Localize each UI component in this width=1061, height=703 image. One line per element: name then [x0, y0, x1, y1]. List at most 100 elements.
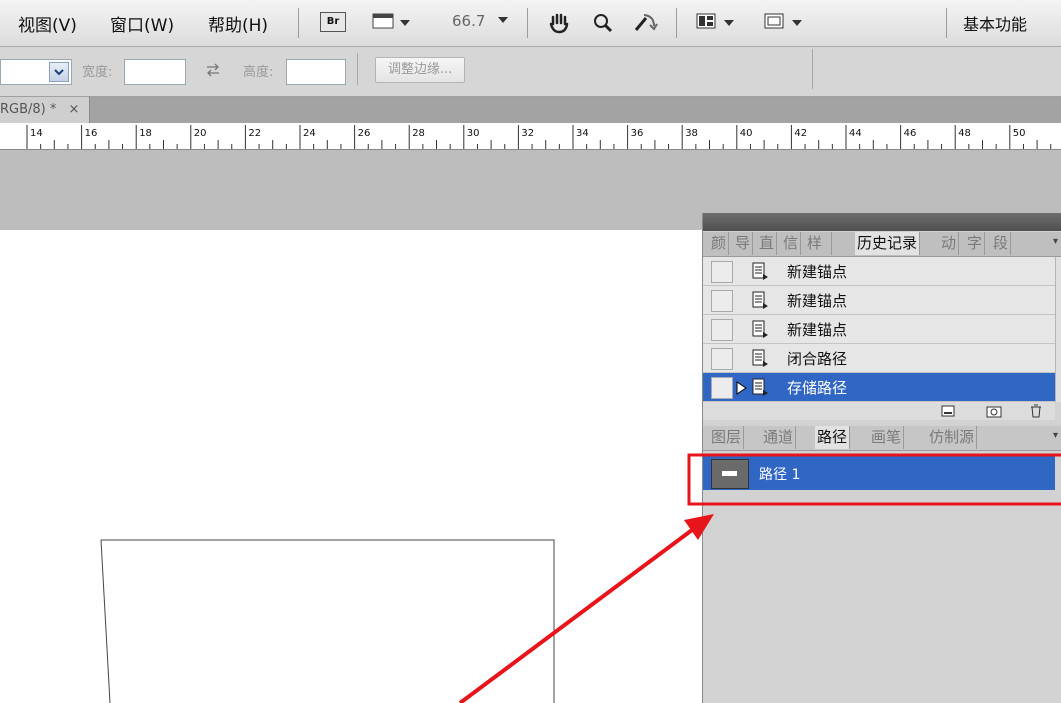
closed-path-shape — [100, 539, 555, 703]
ruler-tick-label: 26 — [357, 128, 371, 139]
history-item-label: 新建锚点 — [787, 321, 848, 339]
tab-info[interactable]: 信 — [781, 232, 802, 255]
workspace-switcher[interactable]: 基本功能 — [963, 11, 1027, 35]
history-footer — [703, 402, 1055, 420]
tab-navigator[interactable]: 导 — [733, 232, 754, 255]
history-state-icon — [751, 349, 769, 367]
trash-icon[interactable] — [1029, 403, 1043, 422]
separator — [812, 49, 813, 89]
screen-mode-icon[interactable] — [372, 12, 412, 34]
separator — [946, 8, 947, 38]
zoom-dropdown-icon[interactable] — [497, 12, 509, 30]
history-item-label: 新建锚点 — [787, 263, 848, 281]
history-item-label: 闭合路径 — [787, 350, 848, 368]
document-canvas[interactable] — [0, 230, 703, 703]
document-tab[interactable]: RGB/8) * × — [0, 97, 91, 123]
tab-channels[interactable]: 通道 — [761, 426, 797, 449]
options-bar: 宽度: 高度: 调整边缘... — [0, 47, 1061, 97]
ruler-tick-label: 50 — [1012, 128, 1026, 139]
hand-tool-icon[interactable] — [548, 12, 570, 38]
ruler-tick-label: 48 — [958, 128, 971, 139]
rotate-view-icon[interactable] — [632, 12, 658, 38]
tab-color[interactable]: 颜 — [709, 232, 730, 255]
history-item-selected[interactable]: 存储路径 — [703, 373, 1055, 402]
panel-menu-icon[interactable]: ▾ — [1053, 430, 1058, 441]
ruler-tick-label: 38 — [685, 128, 698, 139]
history-item[interactable]: 闭合路径 — [703, 344, 1055, 373]
document-tab-bar: RGB/8) * × — [0, 97, 1061, 123]
height-label: 高度: — [243, 65, 274, 80]
tab-styles[interactable]: 样 — [805, 232, 832, 255]
tab-brushes[interactable]: 画笔 — [869, 426, 905, 449]
history-item-label: 存储路径 — [787, 379, 848, 397]
width-label: 宽度: — [82, 65, 113, 80]
tab-histogram[interactable]: 直 — [757, 232, 778, 255]
refine-edge-button[interactable]: 调整边缘... — [375, 57, 466, 83]
zoom-level[interactable]: 66.7 — [452, 12, 485, 30]
tab-paragraph[interactable]: 段 — [991, 232, 1012, 255]
ruler-tick-label: 14 — [30, 128, 43, 139]
ruler-tick-label: 30 — [466, 128, 480, 139]
tab-paths[interactable]: 路径 — [815, 426, 851, 449]
close-icon[interactable]: × — [69, 102, 80, 117]
screen-mode-menu-icon[interactable] — [764, 12, 806, 34]
bridge-button[interactable]: Br — [320, 12, 346, 32]
new-snapshot-icon[interactable] — [986, 404, 1002, 421]
menu-help[interactable]: 帮助(H) — [208, 11, 268, 36]
history-snapshot-checkbox[interactable] — [711, 261, 733, 283]
arrange-documents-icon[interactable] — [696, 12, 738, 34]
history-scrollbar[interactable] — [1055, 257, 1061, 402]
new-document-from-state-icon[interactable] — [941, 404, 955, 421]
horizontal-ruler: 14 16 18 20 22 24 26 28 30 32 34 36 38 40 42 44 46 48 50 — [0, 123, 1061, 150]
ruler-tick-label: 24 — [303, 128, 316, 139]
history-state-icon — [751, 291, 769, 309]
ruler-tick-label: 44 — [849, 128, 862, 139]
zoom-tool-icon[interactable] — [592, 12, 614, 38]
path-thumbnail — [711, 459, 749, 489]
panel-header[interactable] — [703, 213, 1061, 231]
separator — [527, 8, 528, 38]
swap-icon[interactable] — [205, 63, 221, 80]
ruler-tick-label: 40 — [739, 128, 753, 139]
history-state-icon — [751, 378, 769, 396]
tab-layers[interactable]: 图层 — [709, 426, 745, 449]
separator — [676, 8, 677, 38]
document-tab-label: RGB/8) * — [0, 102, 57, 117]
ruler-tick-label: 28 — [412, 128, 425, 139]
ruler-tick-label: 32 — [521, 128, 535, 139]
ruler-tick-label: 34 — [576, 128, 589, 139]
path-item[interactable]: 路径 1 — [703, 456, 1055, 490]
history-item[interactable]: 新建锚点 — [703, 286, 1055, 315]
menu-view[interactable]: 视图(V) — [18, 11, 77, 36]
separator — [357, 53, 358, 85]
tab-character[interactable]: 字 — [965, 232, 986, 255]
ruler-tick-label: 46 — [903, 128, 917, 139]
history-item[interactable]: 新建锚点 — [703, 315, 1055, 344]
history-state-marker-icon — [736, 381, 748, 398]
ruler-tick-label: 20 — [193, 128, 207, 139]
chevron-down-icon[interactable] — [49, 62, 69, 82]
ruler-tick-label: 42 — [794, 128, 808, 139]
history-snapshot-checkbox[interactable] — [711, 290, 733, 312]
panel-dock: 颜 导 直 信 样 历史记录 动 字 段 ▾ 新建锚点 新建锚点 新建锚点 闭合… — [702, 213, 1061, 703]
history-state-icon — [751, 262, 769, 280]
history-snapshot-checkbox[interactable] — [711, 319, 733, 341]
history-snapshot-checkbox[interactable] — [711, 348, 733, 370]
paths-panel-tabs: 图层 通道 路径 画笔 仿制源 ▾ — [703, 426, 1061, 451]
height-field[interactable] — [286, 59, 346, 85]
width-field[interactable] — [124, 59, 186, 85]
style-select[interactable] — [0, 59, 72, 85]
tab-clone-source[interactable]: 仿制源 — [927, 426, 978, 449]
ruler-tick-label: 22 — [248, 128, 262, 139]
history-state-icon — [751, 320, 769, 338]
history-item[interactable]: 新建锚点 — [703, 257, 1055, 286]
history-snapshot-checkbox[interactable] — [711, 377, 733, 399]
menu-window[interactable]: 窗口(W) — [110, 11, 174, 36]
ruler-tick-label: 18 — [139, 128, 152, 139]
menu-bar: 视图(V) 窗口(W) 帮助(H) Br 66.7 基本功能 — [0, 0, 1061, 47]
panel-menu-icon[interactable]: ▾ — [1053, 236, 1058, 247]
ruler-tick-label: 16 — [84, 128, 98, 139]
tab-history[interactable]: 历史记录 — [855, 232, 921, 255]
separator — [298, 8, 299, 38]
tab-actions[interactable]: 动 — [939, 232, 960, 255]
